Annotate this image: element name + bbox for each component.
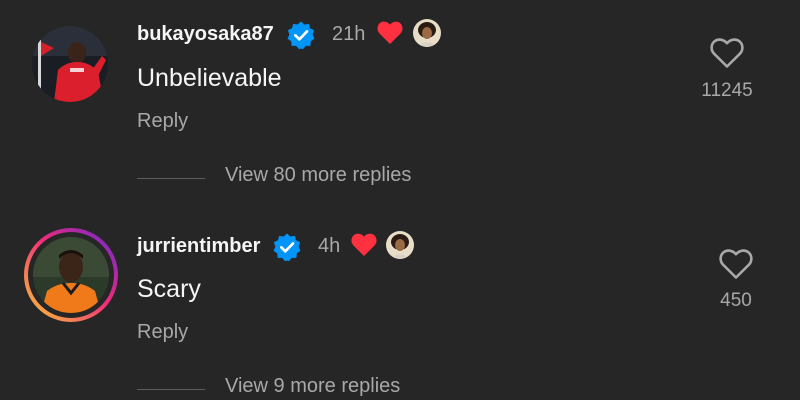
reply-button[interactable]: Reply — [137, 110, 188, 133]
replies-divider — [137, 389, 205, 390]
comment-item: bukayosaka87 21h Unbelievable Reply 1124… — [0, 0, 800, 200]
heart-outline-icon[interactable] — [719, 248, 753, 280]
author-avatar — [386, 231, 414, 259]
avatar[interactable] — [32, 26, 108, 102]
comments-thread: bukayosaka87 21h Unbelievable Reply 1124… — [0, 0, 800, 400]
heart-outline-icon[interactable] — [710, 37, 744, 69]
red-heart-icon — [377, 21, 403, 44]
verified-badge-icon — [287, 21, 315, 50]
comment-item: jurrientimber 4h Scary Reply 450 View 9 … — [0, 200, 800, 400]
replies-divider — [137, 178, 205, 179]
comment-text: Scary — [137, 275, 201, 303]
view-replies-label: View 80 more replies — [225, 164, 412, 186]
author-avatar — [413, 19, 441, 47]
like-count: 11245 — [701, 80, 753, 101]
avatar[interactable] — [24, 228, 118, 322]
username[interactable]: bukayosaka87 — [137, 23, 274, 46]
like-count: 450 — [720, 290, 752, 311]
comment-text: Unbelievable — [137, 64, 282, 92]
red-heart-icon — [351, 233, 377, 256]
username[interactable]: jurrientimber — [137, 235, 260, 258]
verified-badge-icon — [273, 233, 301, 262]
reply-button[interactable]: Reply — [137, 321, 188, 344]
view-replies-label: View 9 more replies — [225, 375, 401, 397]
timestamp: 4h — [318, 235, 341, 257]
timestamp: 21h — [332, 23, 366, 45]
